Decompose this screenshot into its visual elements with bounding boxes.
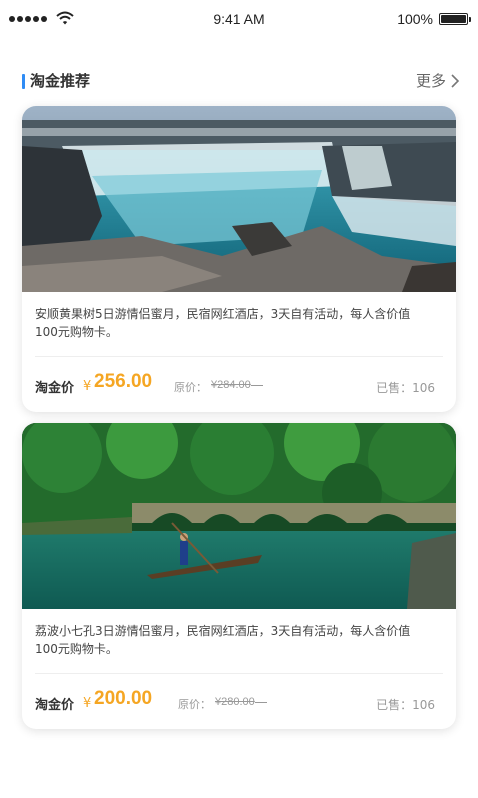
currency-symbol: ¥ [83,696,92,711]
more-link[interactable]: 更多 [416,71,460,91]
original-price: ¥284.00 [211,379,263,391]
current-price: 200.00 [94,688,153,709]
original-price-label: 原价： [178,698,211,711]
price-label: 淘金价 [35,381,75,396]
more-label: 更多 [415,72,446,90]
section-header: 淘金推荐 更多 [22,71,460,93]
divider [35,356,443,357]
section-accent-bar [22,74,25,89]
product-card[interactable]: 安顺黄果树5日游情侣蜜月，民宿网红酒店，3天自有活动，每人含价值100元购物卡。… [22,106,456,412]
price-row: 淘金价 ¥ 200.00 原价： ¥280.00 已售：106 [35,687,443,713]
bridge-river-photo [22,423,456,609]
sold-count: 已售：106 [376,698,435,712]
status-bar: 9:41 AM 100% [0,0,478,40]
section-title: 淘金推荐 [30,72,91,90]
chevron-right-icon [451,74,460,88]
divider [35,673,443,674]
product-card[interactable]: 荔波小七孔3日游情侣蜜月，民宿网红酒店，3天自有活动，每人含价值100元购物卡。… [22,423,456,729]
battery-icon [439,13,471,25]
current-price: 256.00 [94,371,153,392]
sold-count: 已售：106 [376,381,435,395]
waterfall-photo [22,106,456,292]
currency-symbol: ¥ [83,379,92,394]
card-description: 安顺黄果树5日游情侣蜜月，民宿网红酒店，3天自有活动，每人含价值100元购物卡。 [35,307,411,339]
price-label: 淘金价 [35,698,75,713]
price-row: 淘金价 ¥ 256.00 原价： ¥284.00 已售：106 [35,370,443,396]
original-price-label: 原价： [174,381,207,394]
original-price: ¥280.00 [215,696,267,708]
battery-percentage: 100% [397,11,433,27]
card-description: 荔波小七孔3日游情侣蜜月，民宿网红酒店，3天自有活动，每人含价值100元购物卡。 [35,624,411,656]
